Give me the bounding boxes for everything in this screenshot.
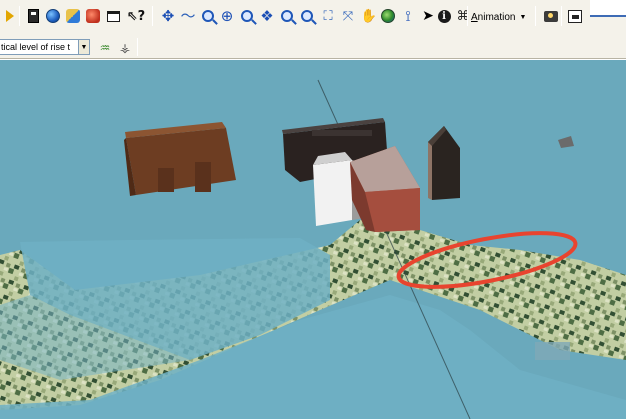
3d-map-view[interactable]: [0, 60, 626, 419]
yellow-arrow-icon[interactable]: [2, 8, 18, 24]
globe-icon[interactable]: [45, 8, 61, 24]
toolbar-separator: [535, 6, 536, 26]
chevron-down-icon: ▼: [519, 13, 527, 21]
toolbar-separator: [19, 6, 20, 26]
water-overlay-right-lower: [535, 342, 570, 360]
navigate-icon[interactable]: ✥: [160, 8, 176, 24]
window-icon[interactable]: [105, 8, 121, 24]
whats-this-help-icon[interactable]: ⇖?: [127, 8, 145, 24]
3d-scene-canvas[interactable]: [0, 60, 626, 419]
zoom-fixed-icon[interactable]: [299, 8, 315, 24]
toolbar-edge-line: [590, 15, 626, 17]
globe-view-icon[interactable]: [380, 8, 396, 24]
center-target-icon[interactable]: ❖: [259, 8, 275, 24]
animation-player-icon[interactable]: [567, 8, 583, 24]
chevron-down-icon[interactable]: ▼: [78, 40, 89, 54]
fly-icon[interactable]: 〜: [180, 8, 196, 24]
zoom-in-icon[interactable]: [200, 8, 216, 24]
rise-tool-icon[interactable]: ♒: [97, 40, 113, 55]
full-extent-icon[interactable]: ⛶: [320, 8, 336, 24]
red-cube-icon[interactable]: [85, 8, 101, 24]
identify-icon[interactable]: i: [436, 8, 452, 24]
main-toolbar: ⇖? ✥ 〜 ⊕ ❖ ⛶ ⤧ ✋ ⟟ ➤ i ⌘ Animation ▼: [0, 0, 626, 36]
extent-icon[interactable]: ⤧: [340, 8, 356, 24]
animation-label: Animation: [471, 11, 516, 23]
measure-icon[interactable]: ⟟: [400, 8, 416, 24]
animation-menu-button[interactable]: Animation ▼: [471, 9, 533, 25]
toolbar-empty-area: [590, 0, 626, 16]
calculator-icon[interactable]: [25, 8, 41, 24]
toolbar-separator: [561, 6, 562, 26]
secondary-toolbar: tical level of rise t ▼ ♒ ⚶: [0, 36, 626, 59]
toolbar-separator: [467, 6, 468, 26]
rise-options-icon[interactable]: ⚶: [117, 40, 133, 55]
zoom-out-icon[interactable]: [279, 8, 295, 24]
select-pointer-icon[interactable]: ➤: [420, 8, 436, 24]
zoom-to-target-icon[interactable]: [239, 8, 255, 24]
find-icon[interactable]: ⌘: [455, 8, 471, 24]
pan-icon[interactable]: ✋: [361, 8, 377, 24]
add-data-icon[interactable]: [65, 8, 81, 24]
toolbar-separator: [152, 6, 153, 26]
capture-camera-icon[interactable]: [543, 8, 559, 24]
layer-select-value: tical level of rise t: [1, 42, 71, 52]
layer-select-dropdown[interactable]: tical level of rise t ▼: [0, 39, 90, 55]
toolbar-separator: [137, 38, 138, 56]
target-zoom-icon[interactable]: ⊕: [219, 8, 235, 24]
